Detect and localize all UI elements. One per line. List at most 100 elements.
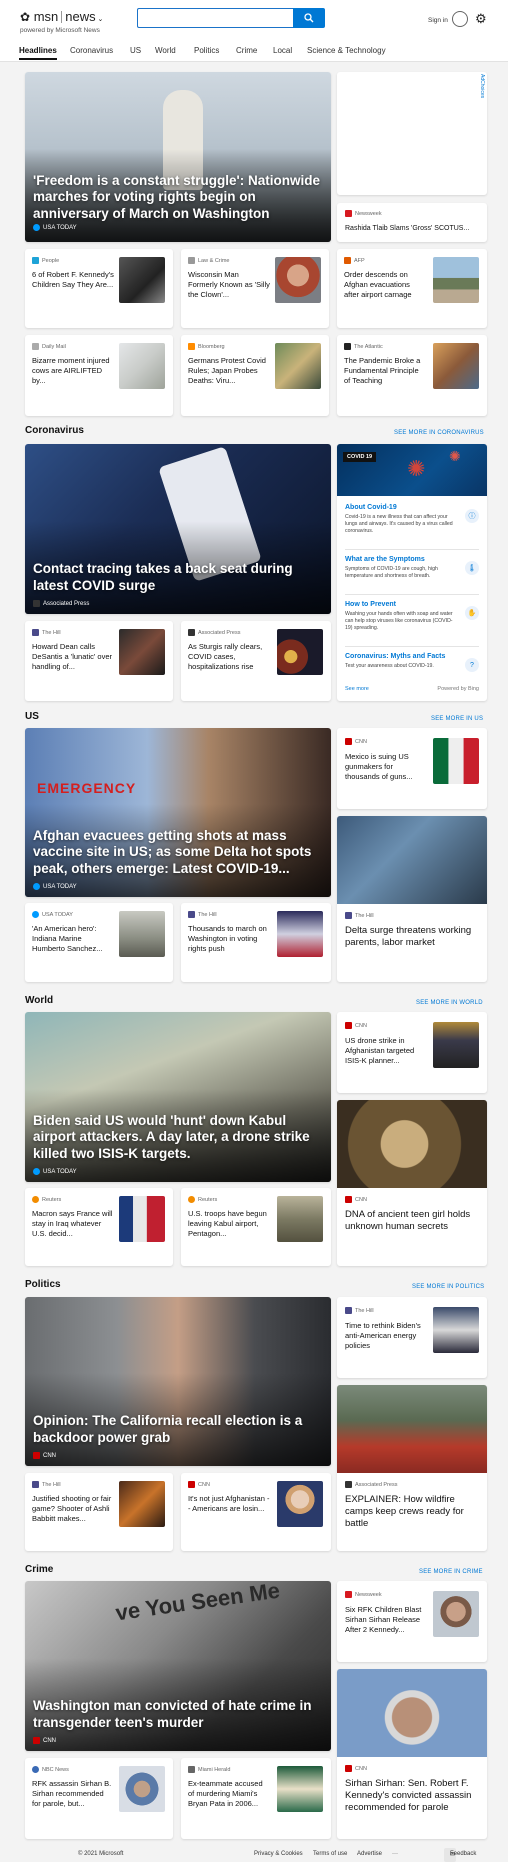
- story-card[interactable]: The Hill Howard Dean calls DeSantis a 'l…: [25, 621, 173, 701]
- story-card[interactable]: Reuters Macron says France will stay in …: [25, 1188, 173, 1266]
- covid-see-more-link[interactable]: See more: [345, 686, 369, 692]
- thumbnail: [433, 1591, 479, 1637]
- headline: RFK assassin Sirhan B. Sirhan recommende…: [32, 1779, 112, 1808]
- bloomberg-logo-icon: [188, 343, 195, 350]
- hero-card-us[interactable]: EMERGENCY Afghan evacuees getting shots …: [25, 728, 331, 897]
- feedback-button[interactable]: ✉ Feedback: [444, 1848, 476, 1862]
- nav-coronavirus[interactable]: Coronavirus: [70, 46, 113, 55]
- story-card[interactable]: Daily Mail Bizarre moment injured cows a…: [25, 335, 173, 416]
- gear-icon[interactable]: ⚙: [475, 12, 487, 26]
- tall-story[interactable]: CNN Sirhan Sirhan: Sen. Robert F. Kenned…: [337, 1669, 487, 1839]
- ad-slot[interactable]: AdChoices: [337, 72, 487, 195]
- nav-politics[interactable]: Politics: [194, 46, 219, 55]
- see-more-politics[interactable]: SEE MORE IN POLITICS: [412, 1284, 484, 1290]
- story-card[interactable]: USA TODAY 'An American hero': Indiana Ma…: [25, 903, 173, 982]
- carousel-dots[interactable]: [141, 235, 216, 239]
- headline: Germans Protest Covid Rules; Japan Probe…: [188, 356, 266, 385]
- nav-world[interactable]: World: [155, 46, 176, 55]
- section-title-politics[interactable]: Politics: [25, 1279, 61, 1290]
- side-story-top[interactable]: Newsweek Rashida Tlaib Slams 'Gross' SCO…: [337, 203, 487, 242]
- hero-headline[interactable]: Afghan evacuees getting shots at mass va…: [33, 828, 323, 878]
- source-label: The Hill: [42, 1481, 61, 1488]
- msn-logo[interactable]: ✿ msn news ⌄ powered by Microsoft News: [20, 9, 104, 34]
- search-input[interactable]: [137, 8, 293, 28]
- story-card[interactable]: People 6 of Robert F. Kennedy's Children…: [25, 249, 173, 328]
- thumbnail: [277, 911, 323, 957]
- covid-item[interactable]: Coronavirus: Myths and Facts Test your aw…: [345, 653, 479, 672]
- hero-headline[interactable]: Biden said US would 'hunt' down Kabul ai…: [33, 1113, 323, 1163]
- hero-headline[interactable]: Washington man convicted of hate crime i…: [33, 1698, 323, 1731]
- story-card[interactable]: Miami Herald Ex-teammate accused of murd…: [181, 1758, 331, 1839]
- see-more-us[interactable]: SEE MORE IN US: [431, 716, 483, 722]
- hero-card-crime[interactable]: ve You Seen Me Washington man convicted …: [25, 1581, 331, 1751]
- cnn-logo-icon: [345, 738, 352, 745]
- covid-item[interactable]: What are the Symptoms Symptoms of COVID-1…: [345, 556, 479, 580]
- headline: Bizarre moment injured cows are AIRLIFTE…: [32, 356, 110, 385]
- nav-us[interactable]: US: [130, 46, 141, 55]
- hero-headline[interactable]: Opinion: The California recall election …: [33, 1413, 323, 1446]
- covid-item-title: Coronavirus: Myths and Facts: [345, 653, 446, 660]
- terms-link[interactable]: Terms of use: [313, 1851, 347, 1857]
- side-story[interactable]: Newsweek Six RFK Children Blast Sirhan S…: [337, 1581, 487, 1662]
- side-story[interactable]: CNN US drone strike in Afghanistan targe…: [337, 1012, 487, 1093]
- hero-card-top[interactable]: 'Freedom is a constant struggle': Nation…: [25, 72, 331, 242]
- side-story[interactable]: CNN Mexico is suing US gunmakers for tho…: [337, 728, 487, 809]
- adchoices-label[interactable]: AdChoices: [479, 74, 485, 98]
- hero-card-coronavirus[interactable]: Contact tracing takes a back seat during…: [25, 444, 331, 614]
- side-story[interactable]: The Hill Time to rethink Biden's anti-Am…: [337, 1297, 487, 1378]
- source-label: The Atlantic: [354, 343, 383, 350]
- dailymail-logo-icon: [32, 343, 39, 350]
- tall-story[interactable]: CNN DNA of ancient teen girl holds unkno…: [337, 1100, 487, 1266]
- tall-story[interactable]: Associated Press EXPLAINER: How wildfire…: [337, 1385, 487, 1551]
- headline: Thousands to march on Washington in voti…: [188, 924, 267, 953]
- avatar-icon[interactable]: [452, 11, 468, 27]
- covid-item-title: What are the Symptoms: [345, 556, 425, 563]
- see-more-crime[interactable]: SEE MORE IN CRIME: [419, 1569, 483, 1575]
- thumbnail: [119, 1196, 165, 1242]
- headline: The Pandemic Broke a Fundamental Princip…: [344, 356, 421, 385]
- source-label: NBC News: [42, 1766, 69, 1773]
- nav-crime[interactable]: Crime: [236, 46, 257, 55]
- signin-link[interactable]: Sign in: [428, 17, 448, 24]
- story-card[interactable]: The Atlantic The Pandemic Broke a Fundam…: [337, 335, 487, 416]
- copyright: © 2021 Microsoft: [78, 1851, 124, 1857]
- virus-icon: ✺: [449, 448, 461, 464]
- story-card[interactable]: CNN It's not just Afghanistan -- America…: [181, 1473, 331, 1551]
- story-card[interactable]: Associated Press As Sturgis rally clears…: [181, 621, 331, 701]
- hero-headline[interactable]: 'Freedom is a constant struggle': Nation…: [33, 173, 323, 223]
- story-card[interactable]: AFP Order descends on Afghan evacuations…: [337, 249, 487, 328]
- covid-item[interactable]: How to Prevent Washing your hands often w…: [345, 601, 479, 632]
- section-title-world[interactable]: World: [25, 995, 53, 1006]
- privacy-link[interactable]: Privacy & Cookies: [254, 1851, 303, 1857]
- section-title-coronavirus[interactable]: Coronavirus: [25, 425, 84, 436]
- story-card[interactable]: The Hill Thousands to march on Washingto…: [181, 903, 331, 982]
- section-title-crime[interactable]: Crime: [25, 1564, 53, 1575]
- source-label: CNN: [198, 1481, 210, 1488]
- see-more-coronavirus[interactable]: SEE MORE IN CORONAVIRUS: [394, 430, 484, 436]
- nav-headlines[interactable]: Headlines: [19, 46, 57, 60]
- see-more-world[interactable]: SEE MORE IN WORLD: [416, 1000, 483, 1006]
- hero-source: Associated Press: [43, 600, 90, 607]
- story-card[interactable]: NBC News RFK assassin Sirhan B. Sirhan r…: [25, 1758, 173, 1839]
- headline: EXPLAINER: How wildfire camps keep crews…: [345, 1494, 464, 1529]
- more-menu[interactable]: ···: [392, 1851, 398, 1857]
- story-card[interactable]: Law & Crime Wisconsin Man Formerly Known…: [181, 249, 329, 328]
- section-title-us[interactable]: US: [25, 711, 39, 722]
- covid-info-panel[interactable]: COVID 19 ✺ ✺ About Covid-19 Covid-19 is a…: [337, 444, 487, 701]
- story-card[interactable]: Reuters U.S. troops have begun leaving K…: [181, 1188, 331, 1266]
- hero-card-politics[interactable]: Opinion: The California recall election …: [25, 1297, 331, 1466]
- nav-science-technology[interactable]: Science & Technology: [307, 46, 386, 55]
- source-label: CNN: [355, 1022, 367, 1029]
- source-label: CNN: [355, 1765, 367, 1772]
- tall-story[interactable]: The Hill Delta surge threatens working p…: [337, 816, 487, 982]
- search-button[interactable]: [293, 8, 325, 28]
- advertise-link[interactable]: Advertise: [357, 1851, 382, 1857]
- chevron-down-icon[interactable]: ⌄: [96, 16, 104, 23]
- hero-headline[interactable]: Contact tracing takes a back seat during…: [33, 561, 323, 594]
- covid-item[interactable]: About Covid-19 Covid-19 is a new illness …: [345, 504, 479, 535]
- nav-local[interactable]: Local: [273, 46, 292, 55]
- story-card[interactable]: Bloomberg Germans Protest Covid Rules; J…: [181, 335, 329, 416]
- story-card[interactable]: The Hill Justified shooting or fair game…: [25, 1473, 173, 1551]
- hero-card-world[interactable]: Biden said US would 'hunt' down Kabul ai…: [25, 1012, 331, 1182]
- thehill-logo-icon: [345, 1307, 352, 1314]
